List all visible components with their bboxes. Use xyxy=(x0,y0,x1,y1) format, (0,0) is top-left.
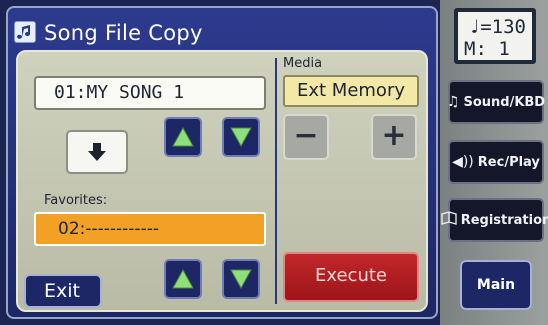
song-up-button[interactable] xyxy=(164,117,202,157)
favorites-up-button[interactable] xyxy=(164,259,202,299)
sound-kbd-button[interactable]: ♫ Sound/KBD xyxy=(446,80,546,124)
down-arrow-icon xyxy=(88,143,106,161)
up-triangle-icon xyxy=(172,268,194,289)
panel-divider xyxy=(275,58,277,304)
media-plus-button[interactable]: + xyxy=(371,114,417,160)
media-label: Media xyxy=(283,56,323,71)
dialog-title: Song File Copy xyxy=(44,21,203,45)
tempo-display: ♩=130 M: 1 xyxy=(454,8,536,64)
speaker-icon: ◀)) xyxy=(452,154,474,170)
song-file-icon-glyph xyxy=(16,23,34,41)
down-triangle-icon xyxy=(230,127,252,148)
main-button[interactable]: Main xyxy=(460,260,532,310)
rec-play-label: Rec/Play xyxy=(477,154,540,170)
copy-down-button[interactable] xyxy=(66,130,128,174)
song-source-field[interactable]: 01:MY SONG 1 xyxy=(34,76,266,110)
song-down-button[interactable] xyxy=(222,117,260,157)
execute-button[interactable]: Execute xyxy=(283,252,419,302)
favorites-down-button[interactable] xyxy=(222,259,260,299)
down-triangle-icon xyxy=(230,269,252,290)
sound-kbd-label: Sound/KBD xyxy=(463,94,546,110)
measure-value: M: 1 xyxy=(464,38,510,60)
favorites-field[interactable]: 02:------------ xyxy=(34,212,266,246)
music-note-icon: ♫ xyxy=(446,94,460,110)
registration-label: Registration xyxy=(460,212,548,228)
up-triangle-icon xyxy=(172,126,194,147)
open-book-icon xyxy=(441,211,457,229)
exit-button[interactable]: Exit xyxy=(24,274,102,308)
song-file-icon xyxy=(14,21,36,43)
registration-button[interactable]: Registration xyxy=(441,198,548,242)
favorites-label: Favorites: xyxy=(44,193,108,208)
media-field[interactable]: Ext Memory xyxy=(283,75,419,107)
rec-play-button[interactable]: ◀)) Rec/Play xyxy=(448,140,544,184)
tempo-value: ♩=130 xyxy=(468,16,526,38)
open-book-glyph xyxy=(441,211,457,225)
media-minus-button[interactable]: − xyxy=(283,114,329,160)
